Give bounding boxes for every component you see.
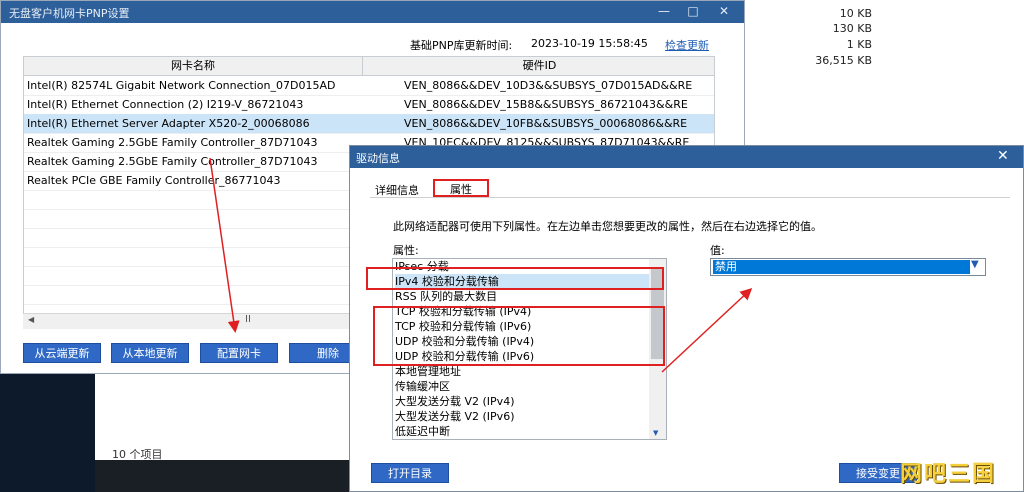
tab-details[interactable]: 详细信息 bbox=[375, 182, 419, 198]
column-header-nic-name[interactable]: 网卡名称 bbox=[24, 57, 363, 76]
tab-divider bbox=[370, 197, 1010, 198]
pnp-update-label: 基础PNP库更新时间: bbox=[410, 39, 513, 52]
driver-info-dialog: 驱动信息 ✕ 详细信息 属性 此网络适配器可使用下列属性。在左边单击您想要更改的… bbox=[349, 145, 1024, 492]
list-item[interactable]: 大型发送分载 V2 (IPv6) bbox=[395, 409, 650, 424]
value-selected-text: 禁用 bbox=[713, 260, 970, 274]
value-dropdown[interactable]: 禁用 ▼ bbox=[710, 258, 986, 276]
explorer-item-count: 10 个项目 bbox=[112, 448, 163, 461]
file-size: 1 KB bbox=[846, 38, 872, 51]
hardware-id-cell: VEN_8086&&DEV_10D3&&SUBSYS_07D015AD&&RE bbox=[404, 79, 693, 92]
list-item[interactable]: 大型发送分载 V2 (IPv4) bbox=[395, 394, 650, 409]
value-label: 值: bbox=[710, 244, 725, 257]
properties-label: 属性: bbox=[393, 244, 419, 257]
table-row-selected[interactable]: Intel(R) Ethernet Server Adapter X520-2_… bbox=[24, 114, 714, 133]
tab-properties[interactable]: 属性 bbox=[433, 179, 489, 197]
local-update-button[interactable]: 从本地更新 bbox=[111, 343, 189, 363]
window-titlebar[interactable]: 无盘客户机网卡PNP设置 — □ ✕ bbox=[1, 1, 744, 23]
scroll-thumb-grip[interactable]: II bbox=[245, 314, 251, 325]
nic-name-cell: Realtek PCIe GBE Family Controller_86771… bbox=[27, 174, 281, 187]
highlight-box bbox=[373, 306, 665, 366]
window-title: 无盘客户机网卡PNP设置 bbox=[9, 7, 130, 20]
hardware-id-cell: VEN_8086&&DEV_10FB&&SUBSYS_00068086&&RE bbox=[404, 117, 688, 130]
dialog-title: 驱动信息 bbox=[356, 152, 400, 165]
nic-name-cell: Intel(R) 82574L Gigabit Network Connecti… bbox=[27, 79, 336, 92]
watermark-logo: 网吧三国 bbox=[900, 462, 997, 487]
close-icon[interactable]: ✕ bbox=[716, 4, 732, 18]
pnp-update-time: 2023-10-19 15:58:45 bbox=[531, 37, 648, 50]
nic-name-cell: Intel(R) Ethernet Server Adapter X520-2_… bbox=[27, 117, 310, 130]
nic-name-cell: Realtek Gaming 2.5GbE Family Controller_… bbox=[27, 155, 318, 168]
scroll-left-icon[interactable]: ◀ bbox=[28, 315, 34, 324]
minimize-icon[interactable]: — bbox=[656, 4, 672, 18]
cloud-update-button[interactable]: 从云端更新 bbox=[23, 343, 101, 363]
chevron-down-icon[interactable]: ▼ bbox=[971, 259, 979, 270]
column-header-hardware-id[interactable]: 硬件ID bbox=[363, 57, 714, 76]
highlight-box bbox=[366, 267, 664, 290]
table-row[interactable]: Intel(R) 82574L Gigabit Network Connecti… bbox=[24, 76, 714, 95]
config-nic-button[interactable]: 配置网卡 bbox=[200, 343, 278, 363]
nic-name-cell: Realtek Gaming 2.5GbE Family Controller_… bbox=[27, 136, 318, 149]
list-item[interactable]: 传输缓冲区 bbox=[395, 379, 650, 394]
dialog-titlebar[interactable]: 驱动信息 ✕ bbox=[350, 146, 1023, 168]
file-size: 36,515 KB bbox=[815, 54, 872, 67]
file-size: 130 KB bbox=[832, 22, 872, 35]
list-item[interactable]: RSS 队列的最大数目 bbox=[395, 289, 650, 304]
scroll-down-icon[interactable]: ▼ bbox=[653, 429, 658, 437]
desktop-taskbar bbox=[0, 370, 95, 492]
nic-name-cell: Intel(R) Ethernet Connection (2) I219-V_… bbox=[27, 98, 304, 111]
open-directory-button[interactable]: 打开目录 bbox=[371, 463, 449, 483]
hardware-id-cell: VEN_8086&&DEV_15B8&&SUBSYS_86721043&&RE bbox=[404, 98, 688, 111]
close-icon[interactable]: ✕ bbox=[997, 148, 1009, 164]
list-item[interactable]: 低延迟中断 bbox=[395, 424, 650, 439]
file-size: 10 KB bbox=[839, 7, 872, 20]
dialog-description: 此网络适配器可使用下列属性。在左边单击您想要更改的属性，然后在右边选择它的值。 bbox=[393, 220, 822, 233]
maximize-icon[interactable]: □ bbox=[685, 4, 701, 18]
desktop-strip bbox=[95, 460, 350, 492]
check-update-link[interactable]: 检查更新 bbox=[665, 37, 709, 53]
table-row[interactable]: Intel(R) Ethernet Connection (2) I219-V_… bbox=[24, 95, 714, 114]
list-item[interactable]: 本地管理地址 bbox=[395, 364, 650, 379]
